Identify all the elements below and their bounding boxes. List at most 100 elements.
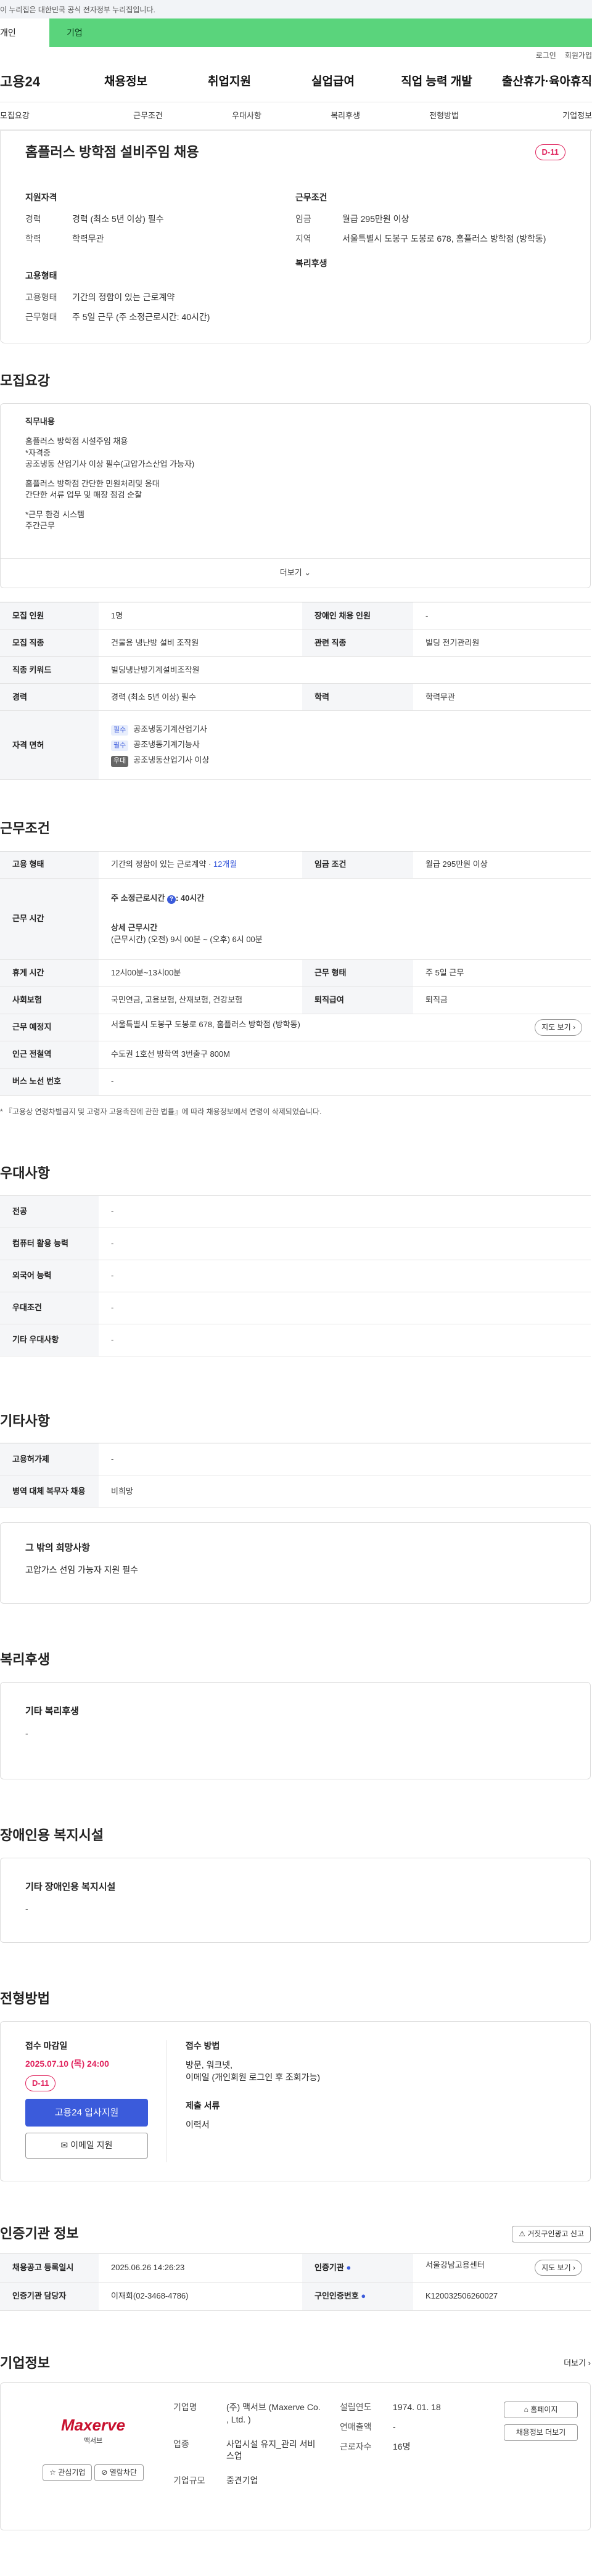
cell-key: 휴게 시간 <box>0 959 99 987</box>
table-row: 휴게 시간 12시00분~13시00분 근무 형태 주 5일 근무 <box>0 959 591 987</box>
cell-key: 고용 형태 <box>0 851 99 879</box>
company-key: 기업명 <box>173 2402 197 2413</box>
company-logo: Maxerve <box>60 2416 126 2435</box>
info-icon[interactable]: ● <box>346 2263 351 2272</box>
chevron-down-icon: ⌄ <box>304 568 311 578</box>
report-button[interactable]: ⚠ 거짓구인광고 신고 <box>512 2225 591 2242</box>
table-row: 전공 - <box>0 1196 591 1228</box>
company-jobs-button[interactable]: 채용정보 더보기 <box>504 2424 578 2441</box>
cell-key: 모집 직종 <box>0 629 99 657</box>
table-row: 컴퓨터 활용 능력 - <box>0 1228 591 1260</box>
report-label: 거짓구인광고 신고 <box>527 2229 584 2238</box>
company-more-link[interactable]: 더보기 › <box>564 2358 591 2369</box>
anchor-work[interactable]: 근무조건 <box>99 110 197 121</box>
company-value: 1974. 01. 18 <box>393 2402 441 2413</box>
cell-value: - <box>99 1292 591 1324</box>
anchor-pref[interactable]: 우대사항 <box>197 110 296 121</box>
util-links: 로그인 회원가입 <box>0 47 592 63</box>
cell-key: 인증기관 담당자 <box>0 2282 99 2311</box>
apply-button[interactable]: 고용24 입사지원 <box>25 2099 148 2127</box>
cell-key: 자격 면허 <box>0 710 99 781</box>
more-button[interactable]: 더보기 ⌄ <box>1 558 590 588</box>
anchor-company[interactable]: 기업정보 <box>493 110 592 121</box>
license-list: 필수 공조냉동기계산업기사 필수 공조냉동기계기능사 우대 공조냉동산업기사 이상 <box>99 710 591 781</box>
cell-key: 채용공고 등록일시 <box>0 2254 99 2283</box>
qual-value: 학력무관 <box>72 233 104 244</box>
weekly-hours-value: : 40시간 <box>175 893 205 903</box>
section-title-etc: 기타사항 <box>0 1413 50 1429</box>
cell-key: 근무 예정지 <box>0 1014 99 1041</box>
welfare-value: - <box>25 1728 28 1739</box>
company-more-label: 더보기 <box>564 2358 586 2368</box>
process-box: 접수 마감일 2025.07.10 (목) 24:00 D-11 고용24 입사… <box>0 2020 591 2181</box>
map-button[interactable]: 지도 보기 › <box>535 1019 582 1036</box>
gnb-item-jobs[interactable]: 채용정보 <box>74 74 178 91</box>
company-info-left: 기업명 (주) 맥서브 (Maxerve Co. , Ltd. ) 업종 사업시설 … <box>173 2402 321 2511</box>
qual-key: 학력 <box>25 233 41 244</box>
cell-key: 관련 직종 <box>302 629 413 657</box>
more-label: 더보기 <box>279 568 302 578</box>
agency-map-label: 지도 보기 <box>541 2263 571 2272</box>
cell-key: 인증기관 ● <box>302 2254 413 2283</box>
section-title-pref: 우대사항 <box>0 1165 50 1181</box>
login-link[interactable]: 로그인 <box>536 51 556 60</box>
emp-heading: 고용형태 <box>25 270 57 281</box>
table-row: 채용공고 등록일시 2025.06.26 14:26:23 인증기관 ● 서울강남고용… <box>0 2254 591 2283</box>
table-row: 근무 시간 주 소정근로시간 ?: 40시간 상세 근무시간 (근무시간) (오… <box>0 878 591 960</box>
desc-line: 간단한 서류 업무 및 매장 점검 순찰 <box>25 490 142 500</box>
homepage-button[interactable]: ⌂ 홈페이지 <box>504 2402 578 2419</box>
summary-card: 홈플러스 방학점 설비주임 채용 D-11 지원자격 경력 경력 (최소 5년 이… <box>0 131 591 344</box>
preferred-tag: 우대 <box>111 756 129 767</box>
age-note: * 『고용상 연령차별금지 및 고령자 고용촉진에 관한 법률』에 따라 채용정… <box>0 1107 322 1116</box>
required-tag: 필수 <box>111 740 129 752</box>
cell-key: 학력 <box>302 683 413 712</box>
company-key: 근로자수 <box>340 2441 372 2451</box>
table-row: 경력 경력 (최소 5년 이상) 필수 학력 학력무관 <box>0 683 591 712</box>
anchor-recruit[interactable]: 모집요강 <box>0 110 99 121</box>
gnb-item-training[interactable]: 직업 능력 개발 <box>385 74 488 91</box>
section-title-company: 기업정보 <box>0 2355 50 2371</box>
cell-value: 빌딩 전기관리원 <box>413 629 591 657</box>
agency-map-button[interactable]: 지도 보기 › <box>535 2259 582 2276</box>
deadline-value: 2025.07.10 (목) 24:00 <box>25 2059 109 2069</box>
cell-value: - <box>99 1068 591 1096</box>
company-actions: ⌂ 홈페이지 채용정보 더보기 <box>469 2402 578 2511</box>
cell-value: 수도권 1호선 방학역 3번출구 800M <box>99 1041 591 1069</box>
method-panel: 접수 방법 방문, 워크넷, 이메일 (개인회원 로그인 후 조회가능) 제출 … <box>167 2040 565 2162</box>
cell-value: 비희망 <box>99 1475 591 1508</box>
info-icon[interactable]: ● <box>361 2291 366 2300</box>
cell-value: - <box>413 602 591 630</box>
gnb-item-unemployment[interactable]: 실업급여 <box>281 74 385 91</box>
cell-key: 고용허가제 <box>0 1443 99 1476</box>
gnb-item-parental-leave[interactable]: 출산휴가·육아휴직 <box>488 74 592 91</box>
gnb-item-employment-support[interactable]: 취업지원 <box>178 74 281 91</box>
company-key: 업종 <box>173 2439 189 2449</box>
tab-personal[interactable]: 개인 <box>0 18 49 47</box>
star-icon: ☆ <box>49 2468 56 2477</box>
tab-business[interactable]: 기업 <box>49 18 592 47</box>
signup-link[interactable]: 회원가입 <box>565 51 592 60</box>
cell-value: 빌딩냉난방기계설비조작원 <box>99 656 591 684</box>
company-value: 16명 <box>393 2441 411 2451</box>
section-title-welfare: 복리후생 <box>0 1652 50 1668</box>
disabled-box: 기타 장애인용 복지시설 - <box>0 1857 591 1943</box>
email-apply-button[interactable]: ✉ 이메일 지원 <box>25 2133 148 2159</box>
emp-value: 주 5일 근무 (주 소정근로시간: 40시간) <box>72 311 210 322</box>
desc-line: 홈플러스 방학점 시설주임 채용 <box>25 437 128 446</box>
required-tag: 필수 <box>111 724 129 736</box>
desc-line: 주간근무 <box>25 521 55 531</box>
license-name: 공조냉동기계기능사 <box>133 739 200 749</box>
welfare-box: 기타 복리후생 - <box>0 1682 591 1780</box>
info-icon[interactable]: ? <box>166 895 176 904</box>
section-title-agency: 인증기관 정보 <box>0 2225 79 2241</box>
section-title-process: 전형방법 <box>0 1990 50 2006</box>
company-logo-panel: Maxerve 맥서브 ☆ 관심기업 ⊘ 열람차단 <box>13 2402 173 2511</box>
site-logo[interactable]: 고용24 <box>0 73 74 92</box>
company-header: 기업정보 더보기 › <box>0 2354 591 2373</box>
block-company-button[interactable]: ⊘ 열람차단 <box>94 2464 144 2481</box>
anchor-welfare[interactable]: 복리후생 <box>296 110 395 121</box>
method-value: 방문, 워크넷, <box>186 2060 233 2070</box>
cert-key-label: 구인인증번호 <box>314 2291 359 2300</box>
favorite-company-button[interactable]: ☆ 관심기업 <box>43 2464 92 2481</box>
anchor-process[interactable]: 전형방법 <box>395 110 493 121</box>
